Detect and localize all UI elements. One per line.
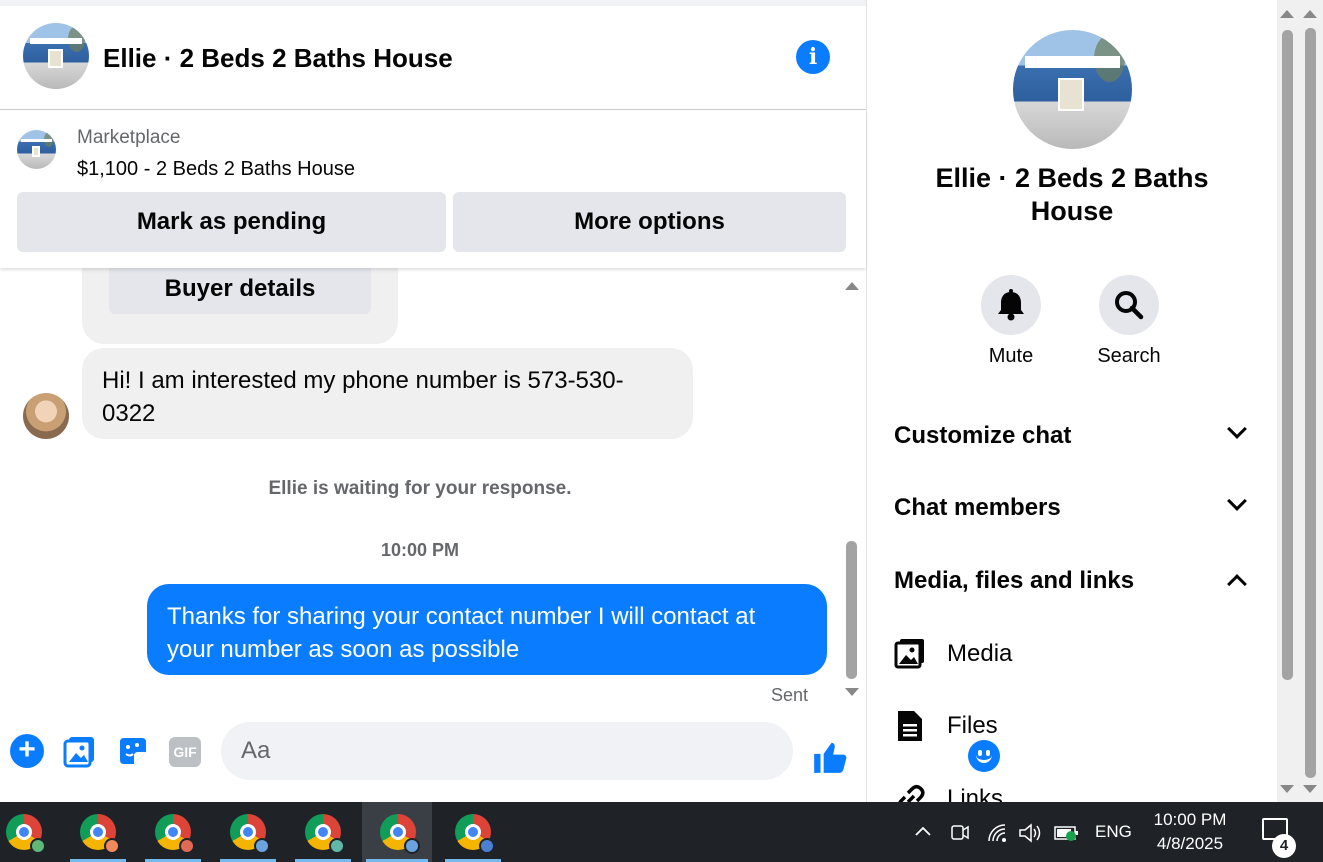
clock-time: 10:00 PM — [1153, 810, 1227, 829]
buyer-details-button[interactable]: Buyer details — [109, 268, 371, 314]
photo-icon[interactable] — [63, 734, 97, 768]
taskbar-app-chrome-4[interactable] — [216, 802, 280, 862]
conversation-avatar[interactable] — [23, 23, 89, 89]
page-scrollbar[interactable] — [1297, 0, 1323, 802]
chevron-up-icon[interactable] — [914, 824, 932, 838]
scroll-up-arrow-icon[interactable] — [1280, 10, 1294, 18]
sender-avatar[interactable] — [23, 393, 69, 439]
search-label: Search — [1097, 345, 1161, 367]
files-label: Files — [947, 712, 998, 739]
section-label: Customize chat — [894, 422, 1072, 449]
chrome-icon — [230, 814, 270, 854]
scroll-up-arrow-icon[interactable] — [1303, 10, 1317, 18]
chrome-icon — [305, 814, 345, 854]
clock-date: 4/8/2025 — [1156, 834, 1224, 853]
chat-scrollbar[interactable] — [843, 268, 859, 704]
link-icon — [898, 784, 925, 802]
chrome-icon — [155, 814, 195, 854]
meet-now-icon[interactable] — [950, 822, 970, 844]
links-item[interactable]: Links — [894, 780, 1254, 802]
section-label: Chat members — [894, 494, 1061, 521]
scroll-down-arrow-icon[interactable] — [1280, 785, 1294, 793]
conversation-details-panel: Ellie · 2 Beds 2 Baths House Mute Search… — [866, 0, 1277, 802]
message-composer: + GIF — [0, 718, 1000, 784]
volume-icon[interactable] — [1018, 822, 1042, 844]
panel-title: Ellie · 2 Beds 2 Baths House — [935, 163, 1209, 226]
chrome-icon — [80, 814, 120, 854]
messenger-window: Ellie · 2 Beds 2 Baths House i Marketpla… — [0, 0, 1323, 802]
taskbar-app-chrome-5[interactable] — [291, 802, 355, 862]
chat-header: Ellie · 2 Beds 2 Baths House i — [0, 6, 866, 110]
scroll-down-arrow-icon[interactable] — [1303, 785, 1317, 793]
scroll-down-arrow-icon[interactable] — [845, 688, 859, 696]
notification-badge: 4 — [1272, 834, 1296, 858]
media-item[interactable]: Media — [894, 635, 1254, 675]
section-customize-chat[interactable]: Customize chat — [894, 416, 1254, 456]
windows-taskbar: ENG 10:00 PM 4/8/2025 4 — [0, 802, 1323, 862]
section-media-files-links[interactable]: Media, files and links — [894, 561, 1254, 601]
media-icon — [894, 639, 924, 669]
message-input-box[interactable] — [221, 722, 1000, 780]
taskbar-app-chrome-3[interactable] — [141, 802, 205, 862]
panel-avatar[interactable] — [1013, 30, 1132, 149]
thumbs-up-icon[interactable] — [811, 738, 849, 776]
incoming-message[interactable]: Hi! I am interested my phone number is 5… — [82, 348, 693, 439]
listing-thumbnail[interactable] — [17, 130, 56, 169]
outgoing-message[interactable]: Thanks for sharing your contact number I… — [147, 584, 827, 675]
taskbar-app-chrome-6[interactable] — [362, 802, 432, 862]
files-item[interactable]: Files — [894, 707, 1254, 747]
sticker-icon[interactable] — [116, 734, 150, 768]
taskbar-app-chrome-7[interactable] — [441, 802, 505, 862]
search-button[interactable] — [1099, 275, 1159, 335]
scroll-thumb[interactable] — [1282, 30, 1293, 680]
plus-icon[interactable]: + — [10, 734, 44, 768]
mute-button[interactable] — [981, 275, 1041, 335]
links-label: Links — [947, 785, 1004, 802]
chat-pane: Ellie · 2 Beds 2 Baths House i Marketpla… — [0, 6, 1000, 802]
scroll-thumb[interactable] — [846, 541, 857, 679]
scroll-thumb[interactable] — [1305, 28, 1316, 778]
marketplace-label: Marketplace — [77, 127, 181, 148]
language-indicator[interactable]: ENG — [1095, 802, 1132, 862]
file-icon — [898, 711, 922, 741]
scroll-up-arrow-icon[interactable] — [845, 282, 859, 290]
gif-icon[interactable]: GIF — [169, 737, 201, 767]
mark-as-pending-button[interactable]: Mark as pending — [17, 192, 446, 252]
section-label: Media, files and links — [894, 567, 1135, 594]
mute-label: Mute — [988, 345, 1034, 367]
buyer-card: Buyer details — [82, 268, 398, 344]
chrome-icon — [380, 814, 420, 854]
taskbar-app-chrome-2[interactable] — [66, 802, 130, 862]
search-icon — [1115, 291, 1144, 320]
message-input[interactable] — [241, 736, 741, 766]
more-options-button[interactable]: More options — [453, 192, 846, 252]
panel-scrollbar[interactable] — [1277, 0, 1297, 802]
message-list: Buyer details Hi! I am interested my pho… — [0, 268, 866, 708]
info-icon[interactable]: i — [796, 40, 830, 74]
listing-title[interactable]: $1,100 - 2 Beds 2 Baths House — [77, 158, 355, 181]
battery-icon[interactable] — [1054, 823, 1080, 843]
bell-icon — [998, 289, 1024, 321]
taskbar-clock[interactable]: 10:00 PM 4/8/2025 — [1140, 808, 1240, 856]
chrome-icon — [6, 814, 46, 854]
chevron-down-icon — [1227, 491, 1247, 511]
waiting-notice: Ellie is waiting for your response. — [268, 478, 572, 499]
media-label: Media — [947, 640, 1013, 667]
wifi-icon[interactable] — [986, 822, 1010, 844]
section-chat-members[interactable]: Chat members — [894, 488, 1254, 528]
chevron-down-icon — [1227, 419, 1247, 439]
chat-title[interactable]: Ellie · 2 Beds 2 Baths House — [103, 43, 453, 74]
sent-status: Sent — [771, 685, 809, 705]
message-timestamp: 10:00 PM — [380, 540, 460, 560]
marketplace-listing-banner: Marketplace $1,100 - 2 Beds 2 Baths Hous… — [0, 110, 866, 268]
chrome-icon — [455, 814, 495, 854]
chevron-up-icon — [1227, 574, 1247, 594]
taskbar-app-chrome-1[interactable] — [0, 802, 56, 862]
